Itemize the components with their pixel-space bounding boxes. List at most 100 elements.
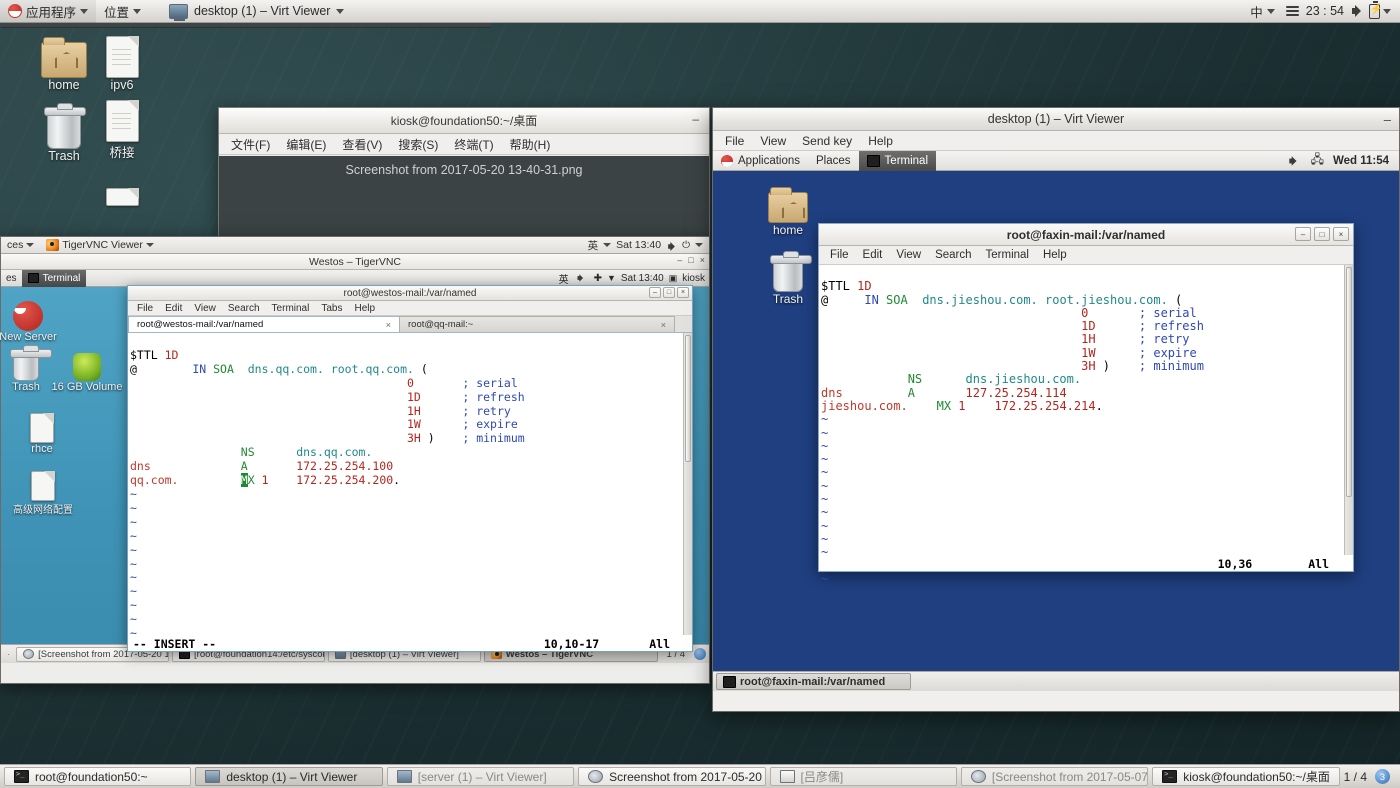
term-line: 3H ) ; minimum bbox=[406, 431, 525, 446]
close-icon[interactable]: × bbox=[661, 320, 666, 330]
menu-view[interactable]: 查看(V) bbox=[334, 134, 390, 155]
minimize-button[interactable]: – bbox=[649, 287, 661, 298]
taskbar-item-desktop-virt-viewer[interactable]: desktop (1) – Virt Viewer bbox=[195, 767, 383, 786]
volume-icon[interactable] bbox=[576, 274, 585, 283]
network-icon[interactable]: 🖧 bbox=[1311, 150, 1324, 171]
menu-edit[interactable]: Edit bbox=[159, 302, 188, 315]
guest-places-label[interactable]: es bbox=[1, 273, 22, 284]
top-panel: 应用程序 位置 desktop (1) – Virt Viewer 中 23 :… bbox=[0, 0, 1400, 23]
desktop-icon-ipv6[interactable]: ipv6 bbox=[80, 32, 164, 92]
menu-file[interactable]: 文件(F) bbox=[223, 134, 278, 155]
menu-help[interactable]: 帮助(H) bbox=[502, 134, 559, 155]
volume-icon[interactable] bbox=[1288, 155, 1300, 166]
menu-edit[interactable]: Edit bbox=[856, 248, 890, 262]
tab-label: root@westos-mail:/var/named bbox=[137, 319, 264, 330]
westos-terminal-body[interactable]: $TTL 1D @ IN SOA dns.qq.com. root.qq.com… bbox=[128, 333, 692, 654]
close-button[interactable]: × bbox=[677, 287, 689, 298]
menu-help[interactable]: Help bbox=[860, 132, 901, 150]
menu-edit[interactable]: 编辑(E) bbox=[278, 134, 334, 155]
places-menu-label: 位置 bbox=[104, 5, 130, 20]
input-method-label[interactable]: 英 bbox=[588, 238, 599, 253]
faxin-terminal-body[interactable]: $TTL 1D @ IN SOA dns.jieshou.com. root.j… bbox=[819, 265, 1353, 585]
menu-tabs[interactable]: Tabs bbox=[315, 302, 348, 315]
volume-icon[interactable] bbox=[1351, 4, 1366, 18]
host-places-menu[interactable]: ces bbox=[1, 237, 40, 254]
maximize-button[interactable]: □ bbox=[1314, 227, 1330, 241]
tab-qq-mail[interactable]: root@qq-mail:~ × bbox=[399, 316, 675, 332]
term-tilde-filler: ~ ~ ~ ~ ~ ~ ~ ~ ~ ~ ~ ~ bbox=[130, 486, 137, 654]
places-menu[interactable]: 位置 bbox=[96, 0, 149, 23]
chevron-down-icon bbox=[80, 8, 89, 14]
menu-search[interactable]: Search bbox=[928, 248, 978, 262]
pager-badge[interactable]: 3 bbox=[1375, 769, 1390, 784]
vnc-icon-volume[interactable]: 16 GB Volume bbox=[47, 335, 127, 393]
minimize-button[interactable]: – bbox=[692, 112, 699, 126]
minimize-button[interactable]: – bbox=[1295, 227, 1311, 241]
guest-icon-label: home bbox=[772, 223, 804, 237]
guest-applications-menu[interactable]: Applications bbox=[713, 151, 808, 171]
volume-icon[interactable] bbox=[667, 241, 675, 251]
westos-terminal-window[interactable]: root@westos-mail:/var/named – □ × File E… bbox=[127, 285, 693, 654]
scrollbar-vertical[interactable] bbox=[1344, 265, 1353, 571]
menu-file[interactable]: File bbox=[131, 302, 159, 315]
taskbar-item-screenshot-0507[interactable]: [Screenshot from 2017-05-07 … bbox=[960, 767, 1149, 786]
guest-places-menu[interactable]: Places bbox=[808, 151, 859, 171]
chevron-down-icon[interactable] bbox=[1383, 8, 1391, 14]
menu-search[interactable]: 搜索(S) bbox=[390, 134, 446, 155]
taskbar-item-kiosk-foundation50[interactable]: kiosk@foundation50:~/桌面 bbox=[1152, 767, 1340, 786]
desktop-icon-partial[interactable] bbox=[80, 160, 164, 206]
menu-help[interactable]: Help bbox=[1036, 248, 1074, 262]
bluetooth-icon[interactable]: ✚ bbox=[594, 273, 602, 284]
menu-file[interactable]: File bbox=[717, 132, 752, 150]
applications-menu[interactable]: 应用程序 bbox=[0, 0, 97, 23]
vnc-pager-badge[interactable] bbox=[694, 648, 706, 660]
minimize-button[interactable]: – bbox=[1384, 112, 1391, 127]
input-method-label[interactable]: 英 bbox=[559, 271, 569, 286]
maximize-button[interactable]: □ bbox=[688, 255, 693, 265]
menu-terminal[interactable]: Terminal bbox=[266, 302, 316, 315]
guest-icon-home[interactable]: home bbox=[753, 177, 823, 237]
clock[interactable]: Sat 13:40 bbox=[621, 273, 664, 284]
minimize-button[interactable]: – bbox=[677, 255, 682, 265]
guest-terminal-window-item[interactable]: Terminal bbox=[858, 150, 937, 171]
guest-icon-trash[interactable]: Trash bbox=[753, 246, 823, 306]
close-icon[interactable]: × bbox=[386, 320, 391, 330]
taskbar-item-document[interactable]: [吕彦儒] bbox=[769, 767, 957, 786]
user-icon[interactable]: ▣ bbox=[669, 273, 678, 284]
user-label[interactable]: kiosk bbox=[682, 273, 705, 284]
tigervnc-window-menu[interactable]: TigerVNC Viewer bbox=[40, 237, 160, 254]
scrollbar-vertical[interactable] bbox=[683, 333, 692, 651]
guest-terminal-taskitem[interactable]: Terminal bbox=[21, 269, 87, 287]
taskbar-item-root-foundation50[interactable]: root@foundation50:~ bbox=[4, 767, 192, 786]
vnc-icon-network-config[interactable]: 高级网络配置 bbox=[3, 455, 83, 516]
tab-westos-mail[interactable]: root@westos-mail:/var/named × bbox=[128, 316, 400, 332]
menu-help[interactable]: Help bbox=[348, 302, 381, 315]
screen-icon bbox=[205, 770, 221, 783]
battery-icon[interactable] bbox=[1369, 1, 1382, 19]
power-icon[interactable]: ⏻ bbox=[682, 240, 690, 251]
menu-view[interactable]: View bbox=[188, 302, 222, 315]
menu-file[interactable]: File bbox=[823, 248, 856, 262]
clock[interactable]: Wed 11:54 bbox=[1333, 155, 1389, 167]
menu-view[interactable]: View bbox=[752, 132, 794, 150]
menu-view[interactable]: View bbox=[889, 248, 928, 262]
faxin-terminal-window[interactable]: root@faxin-mail:/var/named – □ × File Ed… bbox=[818, 223, 1354, 585]
taskbar-item-screenshot-0520[interactable]: Screenshot from 2017-05-20 1… bbox=[578, 767, 766, 786]
close-button[interactable]: × bbox=[700, 255, 705, 265]
menu-terminal[interactable]: 终端(T) bbox=[446, 134, 501, 155]
clock[interactable]: 23 : 54 bbox=[1302, 4, 1348, 18]
hamburger-icon[interactable] bbox=[1285, 6, 1299, 16]
input-method-indicator[interactable]: 中 bbox=[1242, 0, 1283, 23]
taskbar-item-server-virt-viewer[interactable]: [server (1) – Virt Viewer] bbox=[386, 767, 575, 786]
menu-terminal[interactable]: Terminal bbox=[979, 248, 1036, 262]
desktop-icon-qiaojie[interactable]: 桥接 bbox=[80, 96, 164, 161]
guest-task-faxin-terminal[interactable]: root@faxin-mail:/var/named bbox=[716, 673, 911, 690]
menu-send-key[interactable]: Send key bbox=[794, 132, 860, 150]
window-menu-button[interactable]: desktop (1) – Virt Viewer bbox=[159, 0, 354, 23]
menu-search[interactable]: Search bbox=[222, 302, 266, 315]
vnc-icon-rhce[interactable]: rhce bbox=[7, 397, 77, 455]
maximize-button[interactable]: □ bbox=[663, 287, 675, 298]
clock[interactable]: Sat 13:40 bbox=[616, 239, 661, 251]
close-button[interactable]: × bbox=[1333, 227, 1349, 241]
network-icon[interactable]: ▼ bbox=[607, 273, 616, 283]
